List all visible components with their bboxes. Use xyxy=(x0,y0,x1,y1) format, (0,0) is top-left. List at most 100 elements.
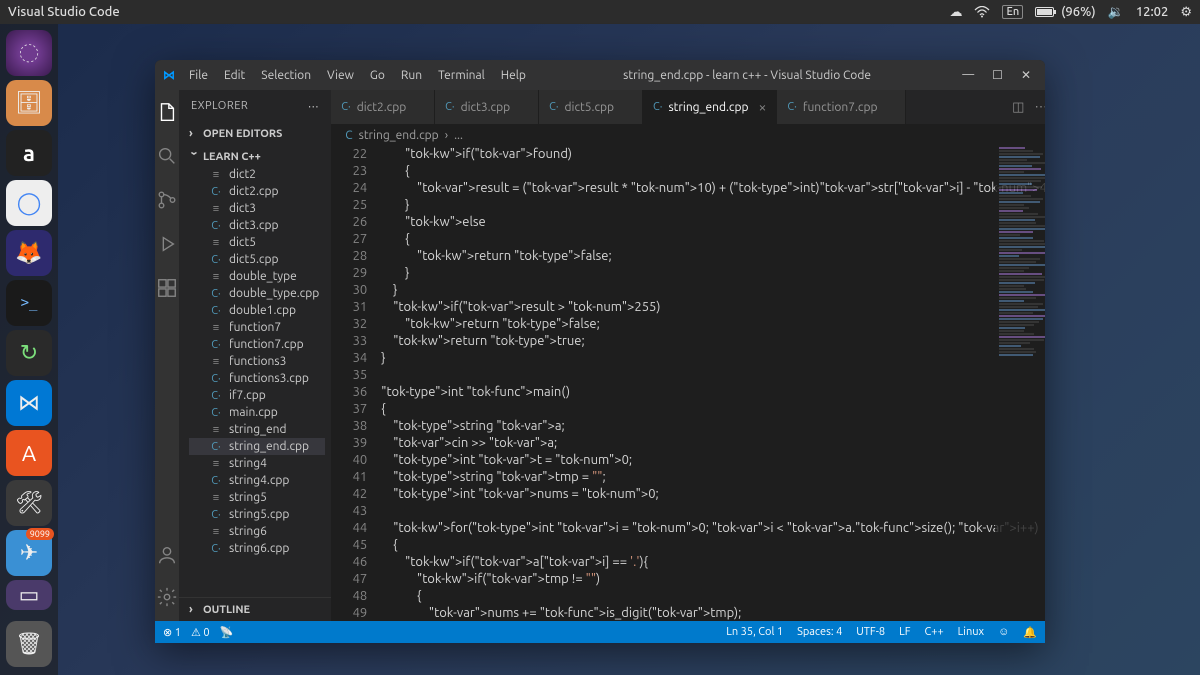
dock-software[interactable]: A xyxy=(6,430,52,476)
tree-item[interactable]: C·functions3.cpp xyxy=(189,370,325,387)
menu-edit[interactable]: Edit xyxy=(218,65,251,86)
menu-file[interactable]: File xyxy=(183,65,214,86)
dock-files[interactable]: 🗄 xyxy=(6,80,52,126)
split-editor-icon[interactable]: ◫ xyxy=(1012,100,1024,115)
menu-help[interactable]: Help xyxy=(495,65,532,86)
activity-extensions-icon[interactable] xyxy=(155,276,179,300)
activity-scm-icon[interactable] xyxy=(155,188,179,212)
tree-item[interactable]: ≡string_end xyxy=(189,421,325,438)
tree-item[interactable]: C·function7.cpp xyxy=(189,336,325,353)
editor-tab[interactable]: C·function7.cpp× xyxy=(777,90,906,124)
menu-terminal[interactable]: Terminal xyxy=(432,65,491,86)
status-warnings[interactable]: ⚠ 0 xyxy=(191,626,210,639)
tree-item-label: double1.cpp xyxy=(229,304,296,317)
desktop-top-panel: Visual Studio Code ☁ En (96%) 🔉 12:02 ⚙ xyxy=(0,0,1200,24)
gear-icon[interactable]: ⚙ xyxy=(1180,5,1192,20)
tree-item[interactable]: C·dict5.cpp xyxy=(189,251,325,268)
status-live-icon[interactable]: 📡 xyxy=(220,626,234,639)
vscode-titlebar[interactable]: ⋈ FileEditSelectionViewGoRunTerminalHelp… xyxy=(155,60,1045,90)
activity-explorer-icon[interactable] xyxy=(155,100,179,124)
tree-item[interactable]: C·dict3.cpp xyxy=(189,217,325,234)
tree-item[interactable]: ≡dict3 xyxy=(189,200,325,217)
tree-item[interactable]: ≡double_type xyxy=(189,268,325,285)
tree-item[interactable]: C·dict2.cpp xyxy=(189,183,325,200)
code-lines[interactable]: "tok-kw">if("tok-var">found) { "tok-var"… xyxy=(381,146,1045,621)
tree-item-label: string5 xyxy=(229,491,267,504)
dock-app2[interactable]: ↻ xyxy=(6,330,52,376)
tree-item[interactable]: C·if7.cpp xyxy=(189,387,325,404)
status-lang[interactable]: C++ xyxy=(925,626,944,639)
editor-tab[interactable]: C·string_end.cpp× xyxy=(643,90,777,124)
menu-selection[interactable]: Selection xyxy=(255,65,317,86)
dock-telegram[interactable]: ✈ xyxy=(6,530,52,576)
tree-item[interactable]: C·string_end.cpp xyxy=(189,438,325,455)
tab-more-icon[interactable]: ⋯ xyxy=(1034,100,1045,115)
dock-firefox[interactable]: 🦊 xyxy=(6,230,52,276)
activity-debug-icon[interactable] xyxy=(155,232,179,256)
status-cursor[interactable]: Ln 35, Col 1 xyxy=(726,626,783,639)
file-icon: ≡ xyxy=(209,237,223,249)
workspace-section[interactable]: LEARN C++ ≡dict2C·dict2.cpp≡dict3C·dict3… xyxy=(179,145,331,559)
status-bell-icon[interactable]: 🔔 xyxy=(1023,626,1037,639)
status-feedback-icon[interactable]: ☺ xyxy=(998,626,1009,639)
cpp-file-icon: C xyxy=(345,129,352,142)
tree-item[interactable]: ≡dict5 xyxy=(189,234,325,251)
cpp-file-icon: C· xyxy=(209,288,223,300)
tree-item[interactable]: ≡string4 xyxy=(189,455,325,472)
close-button[interactable]: ✕ xyxy=(1021,68,1031,82)
tree-item-label: function7.cpp xyxy=(229,338,304,351)
status-encoding[interactable]: UTF-8 xyxy=(856,626,885,639)
tree-item[interactable]: C·string4.cpp xyxy=(189,472,325,489)
activity-settings-icon[interactable] xyxy=(155,585,179,609)
cpp-file-icon: C· xyxy=(209,441,223,453)
menu-view[interactable]: View xyxy=(321,65,360,86)
tab-close-icon[interactable]: × xyxy=(759,99,767,115)
status-errors[interactable]: ⊗ 1 xyxy=(163,626,181,639)
dock-chromium[interactable]: ◯ xyxy=(6,180,52,226)
editor-tab[interactable]: C·dict2.cpp× xyxy=(331,90,435,124)
status-spaces[interactable]: Spaces: 4 xyxy=(797,626,842,639)
battery-indicator[interactable]: (96%) xyxy=(1035,5,1095,19)
dock-desktop[interactable]: ▭ xyxy=(6,580,52,610)
active-window-title: Visual Studio Code xyxy=(8,5,120,19)
dock-app[interactable]: a xyxy=(6,130,52,176)
tree-item[interactable]: ≡functions3 xyxy=(189,353,325,370)
maximize-button[interactable]: ☐ xyxy=(992,68,1003,82)
tree-item[interactable]: ≡string6 xyxy=(189,523,325,540)
dock-vscode[interactable]: ⋈ xyxy=(6,380,52,426)
clock[interactable]: 12:02 xyxy=(1136,5,1169,19)
editor-tab[interactable]: C·dict5.cpp× xyxy=(539,90,643,124)
cpp-file-icon: C· xyxy=(209,390,223,402)
dock-terminal[interactable]: >_ xyxy=(6,280,52,326)
tree-item[interactable]: C·string5.cpp xyxy=(189,506,325,523)
activity-account-icon[interactable] xyxy=(155,543,179,567)
tree-item[interactable]: C·string6.cpp xyxy=(189,540,325,557)
tree-item[interactable]: C·double_type.cpp xyxy=(189,285,325,302)
tree-item[interactable]: C·main.cpp xyxy=(189,404,325,421)
menu-go[interactable]: Go xyxy=(364,65,391,86)
outline-section[interactable]: OUTLINE xyxy=(179,597,331,621)
tree-item[interactable]: C·double1.cpp xyxy=(189,302,325,319)
minimap[interactable] xyxy=(995,146,1045,621)
activity-search-icon[interactable] xyxy=(155,144,179,168)
tree-item[interactable]: ≡dict2 xyxy=(189,166,325,183)
tree-item[interactable]: ≡function7 xyxy=(189,319,325,336)
tree-item[interactable]: ≡string5 xyxy=(189,489,325,506)
explorer-more-icon[interactable]: ⋯ xyxy=(308,100,320,113)
dock-dash[interactable]: ◌ xyxy=(6,30,52,76)
status-eol[interactable]: LF xyxy=(899,626,910,639)
dock-settings[interactable]: 🛠 xyxy=(6,480,52,526)
editor-tab[interactable]: C·dict3.cpp× xyxy=(435,90,539,124)
menu-run[interactable]: Run xyxy=(395,65,428,86)
minimize-button[interactable]: — xyxy=(962,68,974,82)
open-editors-section[interactable]: OPEN EDITORS xyxy=(179,122,331,145)
breadcrumb[interactable]: C string_end.cpp › ... xyxy=(331,124,1045,146)
wifi-icon[interactable] xyxy=(974,6,990,18)
vscode-window: ⋈ FileEditSelectionViewGoRunTerminalHelp… xyxy=(155,60,1045,643)
lang-indicator[interactable]: En xyxy=(1002,5,1023,19)
cloud-icon[interactable]: ☁ xyxy=(949,5,962,20)
dock-trash[interactable]: 🗑 xyxy=(6,621,52,667)
volume-icon[interactable]: 🔉 xyxy=(1108,5,1124,20)
status-os[interactable]: Linux xyxy=(958,626,984,639)
code-editor[interactable]: 2223242526272829303132333435363738394041… xyxy=(331,146,1045,621)
